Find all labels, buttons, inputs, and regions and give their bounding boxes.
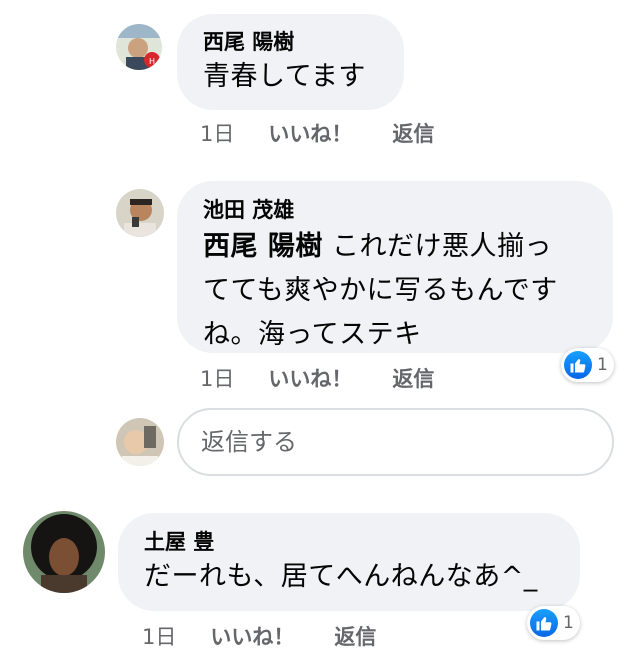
like-reaction-icon <box>530 609 558 637</box>
comment-text-line: てても爽やかに写るもんです <box>203 275 558 306</box>
like-button[interactable]: いいね！ <box>268 118 352 148</box>
comment-text-line: これだけ悪人揃っ <box>332 231 552 262</box>
comment-author[interactable]: 池田 茂雄 <box>203 197 593 223</box>
comment-timestamp[interactable]: 1日 <box>200 363 234 393</box>
comment-bubble-tsuchiya: 土屋 豊 だーれも、居てへんねんなあ^_ <box>118 513 580 611</box>
comment-bubble-ikeda: 池田 茂雄 西尾 陽樹 これだけ悪人揃っ てても爽やかに写るもんです ね。海って… <box>177 181 613 353</box>
reply-button[interactable]: 返信 <box>392 118 434 148</box>
reaction-summary[interactable]: 1 <box>561 348 614 382</box>
like-button[interactable]: いいね！ <box>268 363 352 393</box>
current-user-avatar <box>116 418 164 466</box>
like-reaction-icon <box>564 351 592 379</box>
like-button[interactable]: いいね！ <box>210 621 294 651</box>
avatar-tsuchiya[interactable] <box>23 511 105 593</box>
comment-actions: 1日 いいね！ 返信 <box>142 621 376 651</box>
reaction-summary[interactable]: 1 <box>527 606 580 640</box>
mention-link[interactable]: 西尾 陽樹 <box>203 231 323 262</box>
reply-button[interactable]: 返信 <box>334 621 376 651</box>
comment-text-line: ね。海ってステキ <box>203 319 422 350</box>
reply-button[interactable]: 返信 <box>392 363 434 393</box>
reaction-count: 1 <box>597 355 608 375</box>
reply-input[interactable] <box>177 408 614 476</box>
reaction-count: 1 <box>563 613 574 633</box>
comment-timestamp[interactable]: 1日 <box>142 621 176 651</box>
avatar-nishio[interactable]: H <box>116 24 162 70</box>
comment-actions: 1日 いいね！ 返信 <box>200 363 434 393</box>
comment-actions: 1日 いいね！ 返信 <box>200 118 434 148</box>
svg-text:H: H <box>149 57 155 66</box>
comment-text: だーれも、居てへんねんなあ^_ <box>144 561 538 592</box>
comment-timestamp[interactable]: 1日 <box>200 118 234 148</box>
comment-text: 西尾 陽樹 これだけ悪人揃っ てても爽やかに写るもんです ね。海ってステキ <box>203 225 593 357</box>
comment-bubble-nishio: 西尾 陽樹 青春してます <box>177 14 404 110</box>
comment-author[interactable]: 西尾 陽樹 <box>203 29 380 55</box>
comment-text: 青春してます <box>203 61 366 92</box>
avatar-ikeda[interactable] <box>116 189 164 237</box>
comment-author[interactable]: 土屋 豊 <box>144 529 560 555</box>
